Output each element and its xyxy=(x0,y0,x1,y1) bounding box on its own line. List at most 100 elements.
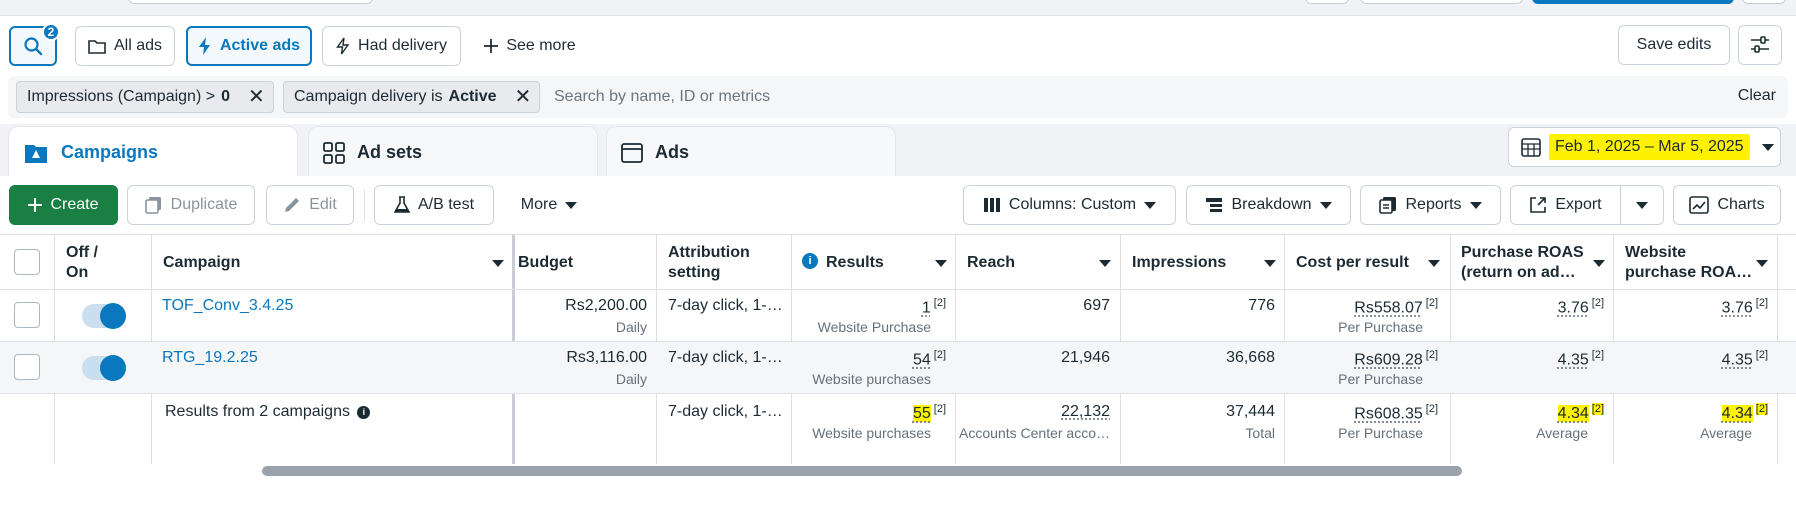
create-button[interactable]: Create xyxy=(9,185,118,225)
cost-per-result-value[interactable]: Rs609.28 [2] xyxy=(1354,349,1438,369)
results-value[interactable]: 54 [2] xyxy=(913,349,946,369)
header-budget[interactable]: Budget xyxy=(518,253,573,273)
lightning-icon xyxy=(198,37,210,55)
chevron-down-icon[interactable] xyxy=(1264,260,1276,267)
budget-value[interactable]: Rs3,116.00 xyxy=(566,349,647,367)
header-reach[interactable]: Reach xyxy=(967,253,1015,273)
more-button[interactable]: More xyxy=(508,185,590,225)
breakdown-label: Breakdown xyxy=(1231,196,1312,213)
header-off-on[interactable]: Off / On xyxy=(66,243,98,283)
chart-icon xyxy=(1689,196,1710,214)
tab-label: Campaigns xyxy=(61,142,159,162)
header-results[interactable]: Results xyxy=(826,253,884,273)
edit-button[interactable]: Edit xyxy=(266,185,354,225)
cost-sub: Per Purchase xyxy=(1338,371,1423,387)
date-range-picker[interactable]: Feb 1, 2025 – Mar 5, 2025 xyxy=(1508,127,1781,167)
search-button[interactable]: 2 xyxy=(9,23,60,66)
tab-ad-sets[interactable]: Ad sets xyxy=(308,126,598,178)
campaign-toggle[interactable] xyxy=(82,303,126,329)
totals-reach-sub: Accounts Center acco… xyxy=(959,425,1110,441)
chevron-down-icon[interactable] xyxy=(1428,260,1440,267)
chevron-down-icon xyxy=(1319,201,1332,209)
budget-sub: Daily xyxy=(615,319,647,335)
close-icon[interactable]: ✕ xyxy=(248,87,265,107)
header-website-purchase-roas[interactable]: Website purchase ROA… xyxy=(1625,243,1752,283)
totals-reach-value[interactable]: 22,132 xyxy=(1061,403,1110,421)
impressions-filter-chip[interactable]: Impressions (Campaign) > 0 ✕ xyxy=(16,81,274,113)
top-partial-button[interactable] xyxy=(1360,0,1523,4)
more-label: More xyxy=(520,196,558,213)
header-purchase-roas[interactable]: Purchase ROAS (return on ad… xyxy=(1461,243,1584,283)
chip-label: Campaign delivery is xyxy=(294,88,443,105)
columns-button[interactable]: Columns: Custom xyxy=(963,185,1176,225)
info-icon[interactable]: i xyxy=(357,405,371,419)
campaign-name-link[interactable]: RTG_19.2.25 xyxy=(162,349,258,367)
active-ads-button[interactable]: Active ads xyxy=(186,26,312,66)
delivery-filter-chip[interactable]: Campaign delivery is Active ✕ xyxy=(283,81,540,113)
attribution-value: 7-day click, 1-… xyxy=(668,297,783,314)
chevron-down-icon xyxy=(1761,143,1774,151)
save-edits-button[interactable]: Save edits xyxy=(1618,25,1730,65)
info-icon[interactable]: i xyxy=(802,253,818,269)
row-checkbox[interactable] xyxy=(14,354,40,380)
header-attribution-setting[interactable]: Attribution setting xyxy=(668,243,750,283)
duplicate-button[interactable]: Duplicate xyxy=(127,185,255,225)
chevron-down-icon xyxy=(1469,201,1482,209)
totals-website-roas-value[interactable]: 4.34 [2] xyxy=(1721,403,1768,423)
impressions-value: 776 xyxy=(1248,297,1275,314)
filter-bar: Impressions (Campaign) > 0 ✕ Campaign de… xyxy=(8,76,1788,118)
totals-results-value[interactable]: 55 [2] xyxy=(912,403,946,423)
horizontal-scrollbar-thumb[interactable] xyxy=(262,466,1462,476)
campaign-toggle[interactable] xyxy=(82,355,126,381)
clear-filters-link[interactable]: Clear xyxy=(1738,87,1776,105)
purchase-roas-value[interactable]: 4.35 [2] xyxy=(1558,349,1604,369)
chevron-down-icon[interactable] xyxy=(1593,260,1605,267)
reports-button[interactable]: Reports xyxy=(1360,185,1501,225)
charts-button[interactable]: Charts xyxy=(1673,185,1781,225)
top-partial-button[interactable] xyxy=(1305,0,1349,4)
export-dropdown-button[interactable] xyxy=(1620,185,1664,225)
header-impressions[interactable]: Impressions xyxy=(1132,253,1226,273)
chevron-down-icon xyxy=(1144,201,1157,209)
had-delivery-label: Had delivery xyxy=(358,37,447,54)
chevron-down-icon[interactable] xyxy=(1756,260,1768,267)
edit-label: Edit xyxy=(309,196,337,213)
close-icon[interactable]: ✕ xyxy=(515,87,532,107)
budget-value[interactable]: Rs2,200.00 xyxy=(565,297,647,315)
top-partial-control[interactable] xyxy=(128,0,373,4)
had-delivery-button[interactable]: Had delivery xyxy=(322,26,461,66)
chevron-down-icon[interactable] xyxy=(492,260,504,267)
select-all-checkbox[interactable] xyxy=(14,249,40,275)
breakdown-button[interactable]: Breakdown xyxy=(1186,185,1351,225)
tab-ads[interactable]: Ads xyxy=(606,126,896,178)
search-input[interactable] xyxy=(554,82,1654,112)
totals-purchase-roas-value[interactable]: 4.34 [2] xyxy=(1557,403,1604,423)
header-campaign[interactable]: Campaign xyxy=(163,253,240,273)
duplicate-icon xyxy=(144,197,161,214)
results-sub: Website purchases xyxy=(812,371,931,387)
website-roas-value[interactable]: 3.76 [2] xyxy=(1722,297,1768,317)
results-value[interactable]: 1 [2] xyxy=(922,297,946,317)
header-cost-per-result[interactable]: Cost per result xyxy=(1296,253,1409,273)
all-ads-button[interactable]: All ads xyxy=(75,26,175,66)
totals-purchase-roas-sub: Average xyxy=(1536,425,1588,441)
see-more-button[interactable]: See more xyxy=(474,26,586,66)
totals-cost-value[interactable]: Rs608.35 [2] xyxy=(1354,403,1438,423)
reach-value: 697 xyxy=(1083,297,1110,314)
tab-campaigns[interactable]: Campaigns xyxy=(8,126,298,178)
see-more-label: See more xyxy=(506,37,576,54)
attribution-value: 7-day click, 1-… xyxy=(668,349,783,366)
top-partial-button[interactable] xyxy=(1742,0,1786,4)
purchase-roas-value[interactable]: 3.76 [2] xyxy=(1558,297,1604,317)
settings-sliders-button[interactable] xyxy=(1738,25,1782,65)
website-roas-value[interactable]: 4.35 [2] xyxy=(1722,349,1768,369)
campaign-name-link[interactable]: TOF_Conv_3.4.25 xyxy=(162,297,293,315)
chevron-down-icon[interactable] xyxy=(935,260,947,267)
chip-value: 0 xyxy=(221,88,230,105)
row-checkbox[interactable] xyxy=(14,302,40,328)
export-button[interactable]: Export xyxy=(1510,185,1621,225)
cost-per-result-value[interactable]: Rs558.07 [2] xyxy=(1354,297,1438,317)
chevron-down-icon[interactable] xyxy=(1099,260,1111,267)
ab-test-button[interactable]: A/B test xyxy=(374,185,494,225)
top-partial-primary-button[interactable] xyxy=(1532,0,1734,4)
